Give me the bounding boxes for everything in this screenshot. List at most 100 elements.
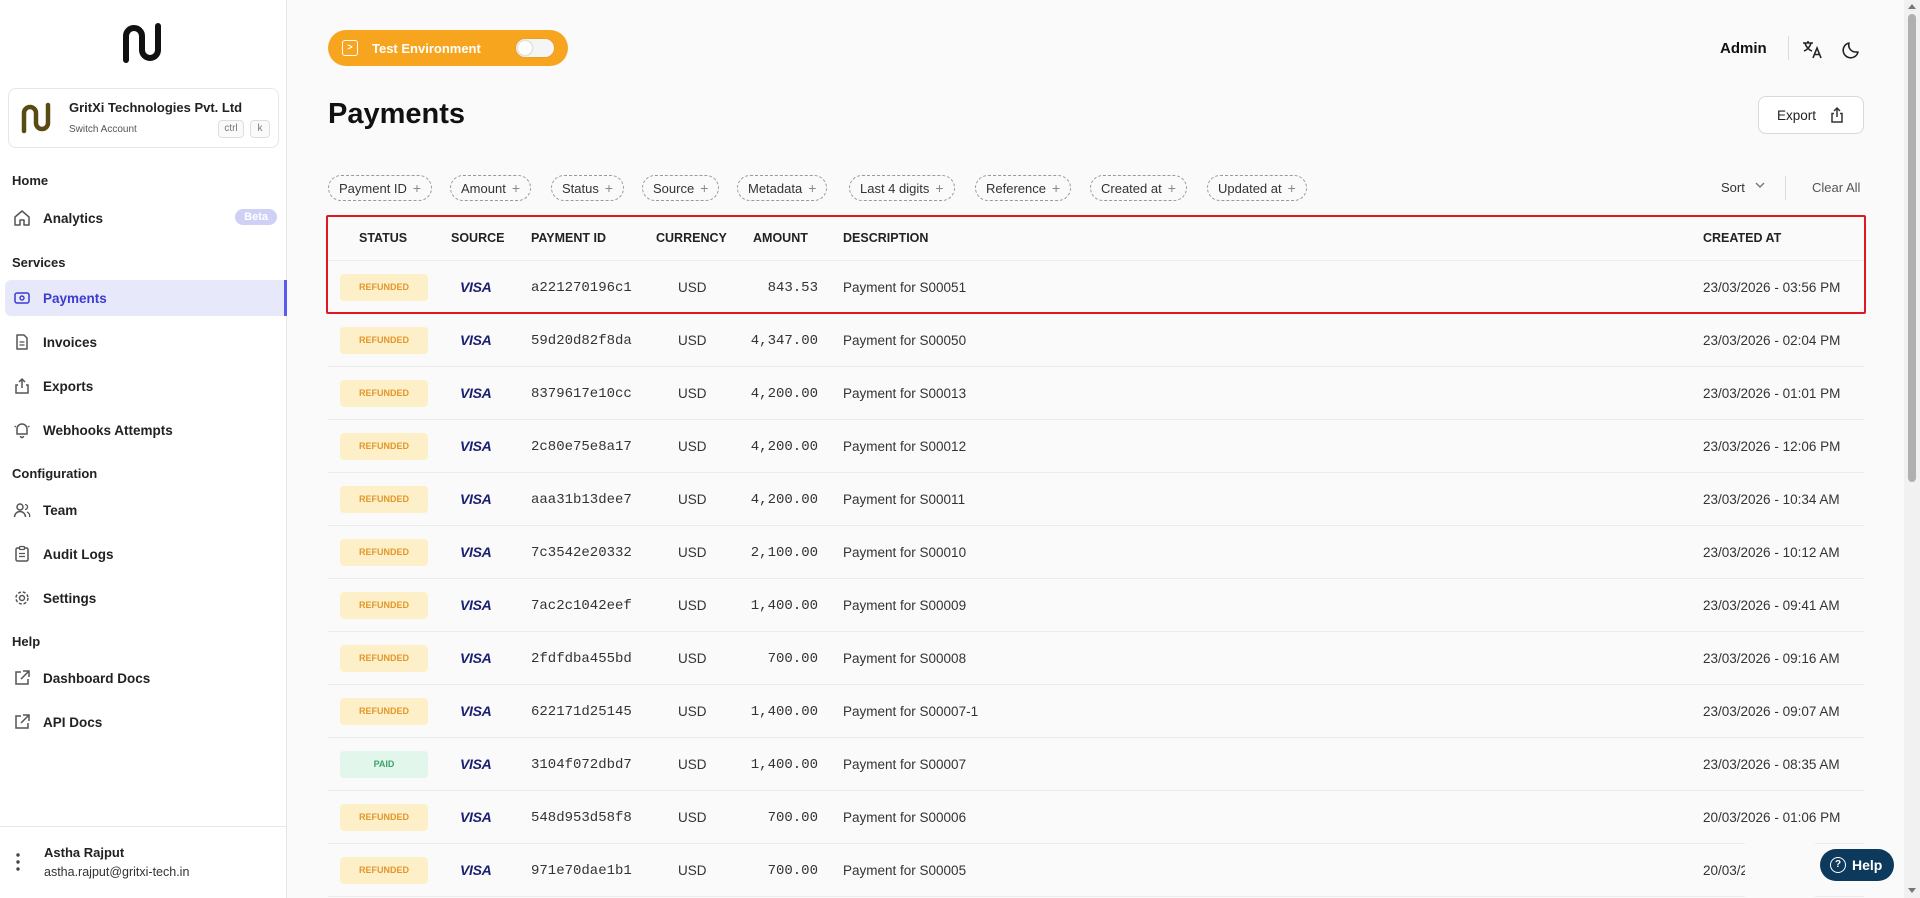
table-row[interactable]: REFUNDED VISA aaa31b13dee7 USD 4,200.00 Payme… [328, 473, 1864, 526]
visa-card-icon: VISA [460, 809, 492, 825]
more-options-icon[interactable] [16, 853, 20, 871]
table-row[interactable]: REFUNDED VISA 7c3542e20332 USD 2,100.00 Payme… [328, 526, 1864, 579]
chevron-down-icon[interactable] [1754, 179, 1766, 194]
user-profile[interactable]: Astha Rajput astha.rajput@gritxi-tech.in [0, 826, 287, 898]
table-row[interactable]: REFUNDED VISA 7ac2c1042eef USD 1,400.00 Payme… [328, 579, 1864, 632]
payment-id[interactable]: 622171d25145 [531, 704, 632, 720]
sidebar-item-audit-logs[interactable]: Audit Logs [0, 536, 287, 572]
visa-card-icon: VISA [460, 332, 492, 348]
sidebar-item-webhooks-attempts[interactable]: Webhooks Attempts [0, 412, 287, 448]
payment-id[interactable]: 971e70dae1b1 [531, 863, 632, 879]
sort-button[interactable]: Sort [1721, 180, 1745, 195]
filter-payment-id[interactable]: Payment ID + [328, 175, 433, 201]
visa-card-icon: VISA [460, 650, 492, 666]
payment-id[interactable]: 3104f072dbd7 [531, 757, 632, 773]
amount: 2,100.00 [750, 545, 818, 561]
visa-card-icon: VISA [460, 703, 492, 719]
payment-id[interactable]: 59d20d82f8da [531, 333, 632, 349]
payment-id[interactable]: aaa31b13dee7 [531, 492, 632, 508]
clear-all-button[interactable]: Clear All [1812, 180, 1860, 195]
payment-id[interactable]: 2c80e75e8a17 [531, 439, 632, 455]
plus-icon: + [1287, 180, 1296, 196]
sidebar-item-api-docs[interactable]: API Docs [0, 704, 287, 740]
table-row[interactable]: PAID VISA 3104f072dbd7 USD 1,400.00 Payment f… [328, 738, 1864, 791]
brand-logo[interactable] [120, 22, 166, 64]
payment-id[interactable]: 2fdfdba455bd [531, 651, 632, 667]
created-at: 23/03/2026 - 09:16 AM [1703, 651, 1840, 666]
payment-id[interactable]: 548d953d58f8 [531, 810, 632, 826]
document-icon [13, 333, 31, 351]
sidebar-item-exports[interactable]: Exports [0, 368, 287, 404]
sidebar-item-settings[interactable]: Settings [0, 580, 287, 616]
translate-icon[interactable] [1801, 38, 1823, 60]
filter-source[interactable]: Source + [642, 175, 720, 201]
table-row[interactable]: REFUNDED VISA 548d953d58f8 USD 700.00 Payment… [328, 791, 1864, 844]
payment-id[interactable]: a221270196c1 [531, 280, 632, 296]
amount: 4,200.00 [750, 386, 818, 402]
terminal-icon: > [342, 40, 358, 56]
description: Payment for S00005 [843, 863, 967, 878]
filter-updated-at[interactable]: Updated at + [1207, 175, 1307, 201]
column-header-currency[interactable]: CURRENCY [656, 231, 727, 245]
column-header-created-at[interactable]: CREATED AT [1703, 231, 1781, 245]
scrollbar[interactable] [1904, 0, 1920, 898]
payment-id[interactable]: 7c3542e20332 [531, 545, 632, 561]
filter-metadata[interactable]: Metadata + [737, 175, 828, 201]
created-at: 23/03/2026 - 03:56 PM [1703, 280, 1841, 295]
table-row[interactable]: REFUNDED VISA 2c80e75e8a17 USD 4,200.00 Payme… [328, 420, 1864, 473]
description: Payment for S00050 [843, 333, 967, 348]
test-environment-toggle[interactable] [515, 38, 555, 58]
status-badge: REFUNDED [340, 327, 428, 354]
column-header-amount[interactable]: AMOUNT [753, 231, 808, 245]
moon-icon[interactable] [1842, 39, 1862, 59]
org-switcher[interactable]: GritXi Technologies Pvt. Ltd Switch Acco… [8, 88, 279, 148]
external-link-icon [13, 669, 31, 687]
column-header-payment-id[interactable]: PAYMENT ID [531, 231, 606, 245]
nav-section-services: Services [12, 255, 66, 270]
currency: USD [678, 280, 707, 295]
help-button[interactable]: ? Help [1820, 849, 1894, 881]
payment-id[interactable]: 8379617e10cc [531, 386, 632, 402]
plus-icon: + [1167, 180, 1176, 196]
column-header-source[interactable]: SOURCE [451, 231, 504, 245]
filter-last-4-digits[interactable]: Last 4 digits + [849, 175, 955, 201]
filter-amount[interactable]: Amount + [450, 175, 531, 201]
status-badge: REFUNDED [340, 592, 428, 619]
filter-created-at[interactable]: Created at + [1090, 175, 1187, 201]
sidebar-item-invoices[interactable]: Invoices [0, 324, 287, 360]
filter-reference[interactable]: Reference + [975, 175, 1072, 201]
scroll-down-arrow[interactable] [1908, 888, 1916, 893]
created-at: 20/03/2026 - 01:06 PM [1703, 810, 1841, 825]
scrollbar-thumb[interactable] [1908, 14, 1916, 482]
table-row[interactable]: REFUNDED VISA 8379617e10cc USD 4,200.00 Payme… [328, 367, 1864, 420]
description: Payment for S00012 [843, 439, 967, 454]
table-row[interactable]: REFUNDED VISA 971e70dae1b1 USD 700.00 Payment… [328, 844, 1864, 897]
column-header-description[interactable]: DESCRIPTION [843, 231, 928, 245]
sidebar-item-label: Team [43, 502, 78, 518]
overlay-mask [1745, 840, 1815, 898]
currency: USD [678, 386, 707, 401]
sidebar-item-payments[interactable]: Payments [5, 280, 287, 316]
sidebar-item-team[interactable]: Team [0, 492, 287, 528]
table-row[interactable]: REFUNDED VISA a221270196c1 USD 843.53 Payment… [328, 261, 1864, 314]
test-environment-switch[interactable]: > Test Environment [328, 30, 568, 66]
table-row[interactable]: REFUNDED VISA 2fdfdba455bd USD 700.00 Payment… [328, 632, 1864, 685]
scroll-up-arrow[interactable] [1908, 4, 1916, 9]
status-badge: REFUNDED [340, 645, 428, 672]
payment-id[interactable]: 7ac2c1042eef [531, 598, 632, 614]
role-label: Admin [1720, 40, 1767, 57]
sidebar-item-dashboard-docs[interactable]: Dashboard Docs [0, 660, 287, 696]
table-row[interactable]: REFUNDED VISA 59d20d82f8da USD 4,347.00 Payme… [328, 314, 1864, 367]
table-row[interactable]: REFUNDED VISA 622171d25145 USD 1,400.00 Payme… [328, 685, 1864, 738]
sidebar-item-label: API Docs [43, 714, 103, 730]
sidebar-item-analytics[interactable]: Analytics Beta [0, 200, 287, 236]
column-header-status[interactable]: STATUS [359, 231, 407, 245]
export-button[interactable]: Export [1758, 96, 1864, 134]
question-icon: ? [1830, 857, 1846, 873]
switch-account-label: Switch Account [69, 124, 137, 135]
amount: 1,400.00 [750, 598, 818, 614]
plus-icon: + [412, 180, 422, 196]
share-icon [1831, 106, 1843, 123]
filter-status[interactable]: Status + [551, 175, 625, 201]
table-body: REFUNDED VISA a221270196c1 USD 843.53 Payment… [328, 261, 1864, 897]
